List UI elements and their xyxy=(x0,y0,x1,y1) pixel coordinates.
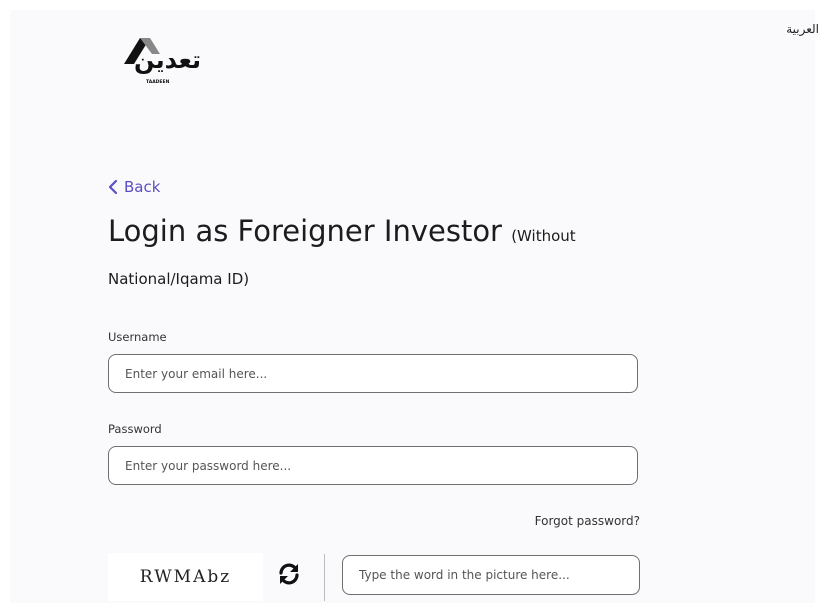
password-input[interactable] xyxy=(108,446,638,485)
captcha-input[interactable] xyxy=(342,555,640,595)
language-toggle[interactable]: العربية xyxy=(786,22,819,36)
refresh-icon xyxy=(279,563,299,585)
page-background xyxy=(10,10,815,603)
username-label: Username xyxy=(108,330,167,344)
captcha-image: RWMAbz xyxy=(108,553,263,601)
page-title: Login as Foreigner Investor (Without xyxy=(108,214,576,248)
page-title-suffix: (Without xyxy=(511,227,576,245)
logo-latin-text: TAADEEN xyxy=(146,80,170,85)
taadeen-logo: تعدين TAADEEN xyxy=(118,34,208,90)
captcha-text: RWMAbz xyxy=(139,567,232,587)
refresh-captcha-button[interactable] xyxy=(277,562,301,590)
forgot-password-link[interactable]: Forgot password? xyxy=(520,514,640,528)
chevron-left-icon xyxy=(108,179,118,195)
page-title-main: Login as Foreigner Investor xyxy=(108,214,502,248)
page-subtitle: National/Iqama ID) xyxy=(108,270,250,288)
password-label: Password xyxy=(108,422,162,436)
username-input[interactable] xyxy=(108,354,638,393)
back-link[interactable]: Back xyxy=(108,178,160,196)
captcha-divider xyxy=(324,554,325,601)
logo-arabic-text: تعدين xyxy=(134,46,202,74)
back-label: Back xyxy=(124,178,161,196)
